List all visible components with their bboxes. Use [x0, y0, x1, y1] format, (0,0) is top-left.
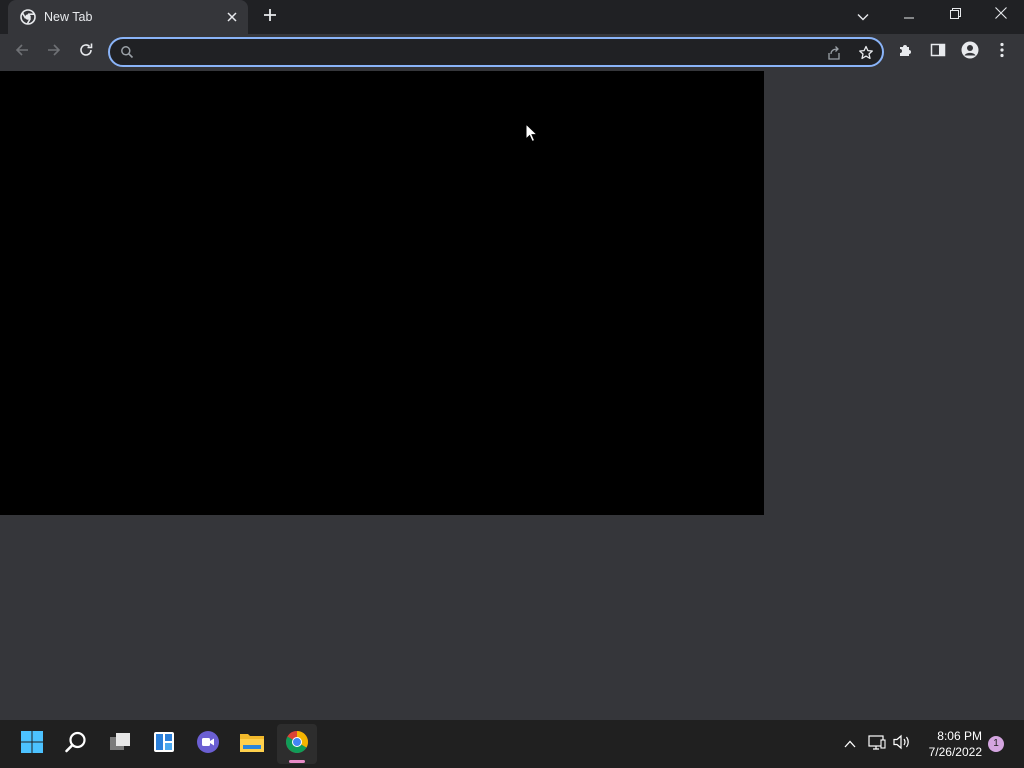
side-panel-icon	[930, 42, 946, 63]
mouse-cursor-icon	[525, 122, 539, 143]
clock-date: 7/26/2022	[928, 745, 982, 759]
forward-icon	[46, 42, 62, 63]
clock-time: 8:06 PM	[937, 729, 982, 743]
chat-button[interactable]	[188, 724, 228, 764]
menu-icon	[1000, 42, 1004, 63]
minimize-icon	[904, 6, 914, 24]
tab-new-tab[interactable]: New Tab	[8, 0, 248, 34]
profile-icon	[961, 41, 979, 64]
page-content	[0, 70, 1024, 720]
star-icon[interactable]	[856, 43, 876, 63]
show-hidden-icons-button[interactable]	[840, 734, 860, 754]
start-button[interactable]	[12, 724, 52, 764]
reload-icon	[78, 42, 94, 63]
chevron-up-icon	[844, 735, 856, 753]
taskbar-search-button[interactable]	[56, 724, 96, 764]
file-explorer-icon	[239, 731, 265, 758]
chrome-icon	[285, 730, 309, 759]
back-button[interactable]	[8, 38, 36, 66]
active-app-indicator	[289, 760, 305, 763]
toolbar	[0, 34, 1024, 70]
tab-title: New Tab	[44, 10, 93, 24]
address-bar[interactable]	[108, 37, 884, 67]
chat-icon	[196, 730, 220, 759]
black-content-panel	[0, 71, 764, 515]
chrome-icon	[20, 9, 36, 25]
reload-button[interactable]	[72, 38, 100, 66]
task-view-button[interactable]	[100, 724, 140, 764]
plus-icon	[263, 8, 277, 27]
tab-search-button[interactable]	[851, 5, 875, 29]
restore-icon	[949, 6, 961, 24]
omnibox-input[interactable]	[142, 41, 822, 63]
new-tab-button[interactable]	[258, 5, 282, 29]
volume-button[interactable]	[892, 734, 912, 754]
search-icon	[120, 45, 134, 59]
tab-strip: New Tab	[0, 0, 1024, 34]
share-icon[interactable]	[824, 43, 844, 63]
close-icon	[995, 6, 1007, 24]
profile-button[interactable]	[956, 38, 984, 66]
volume-icon	[893, 734, 911, 755]
chevron-down-icon	[857, 8, 869, 26]
forward-button[interactable]	[40, 38, 68, 66]
chrome-taskbar-button[interactable]	[277, 724, 317, 764]
file-explorer-button[interactable]	[232, 724, 272, 764]
close-icon[interactable]	[224, 9, 240, 25]
search-icon	[64, 730, 88, 759]
extensions-icon	[898, 42, 914, 63]
widgets-button[interactable]	[144, 724, 184, 764]
clock[interactable]: 8:06 PM 7/26/2022	[918, 728, 982, 760]
network-button[interactable]	[867, 734, 887, 754]
minimize-button[interactable]	[886, 0, 932, 30]
close-window-button[interactable]	[978, 0, 1024, 30]
menu-button[interactable]	[988, 38, 1016, 66]
back-icon	[14, 42, 30, 63]
side-panel-button[interactable]	[924, 38, 952, 66]
notification-badge[interactable]: 1	[988, 736, 1004, 752]
task-view-icon	[108, 730, 132, 759]
network-icon	[868, 734, 886, 755]
widgets-icon	[152, 730, 176, 759]
start-icon	[20, 730, 44, 759]
restore-button[interactable]	[932, 0, 978, 30]
taskbar: 8:06 PM 7/26/2022 1	[0, 720, 1024, 768]
extensions-button[interactable]	[892, 38, 920, 66]
